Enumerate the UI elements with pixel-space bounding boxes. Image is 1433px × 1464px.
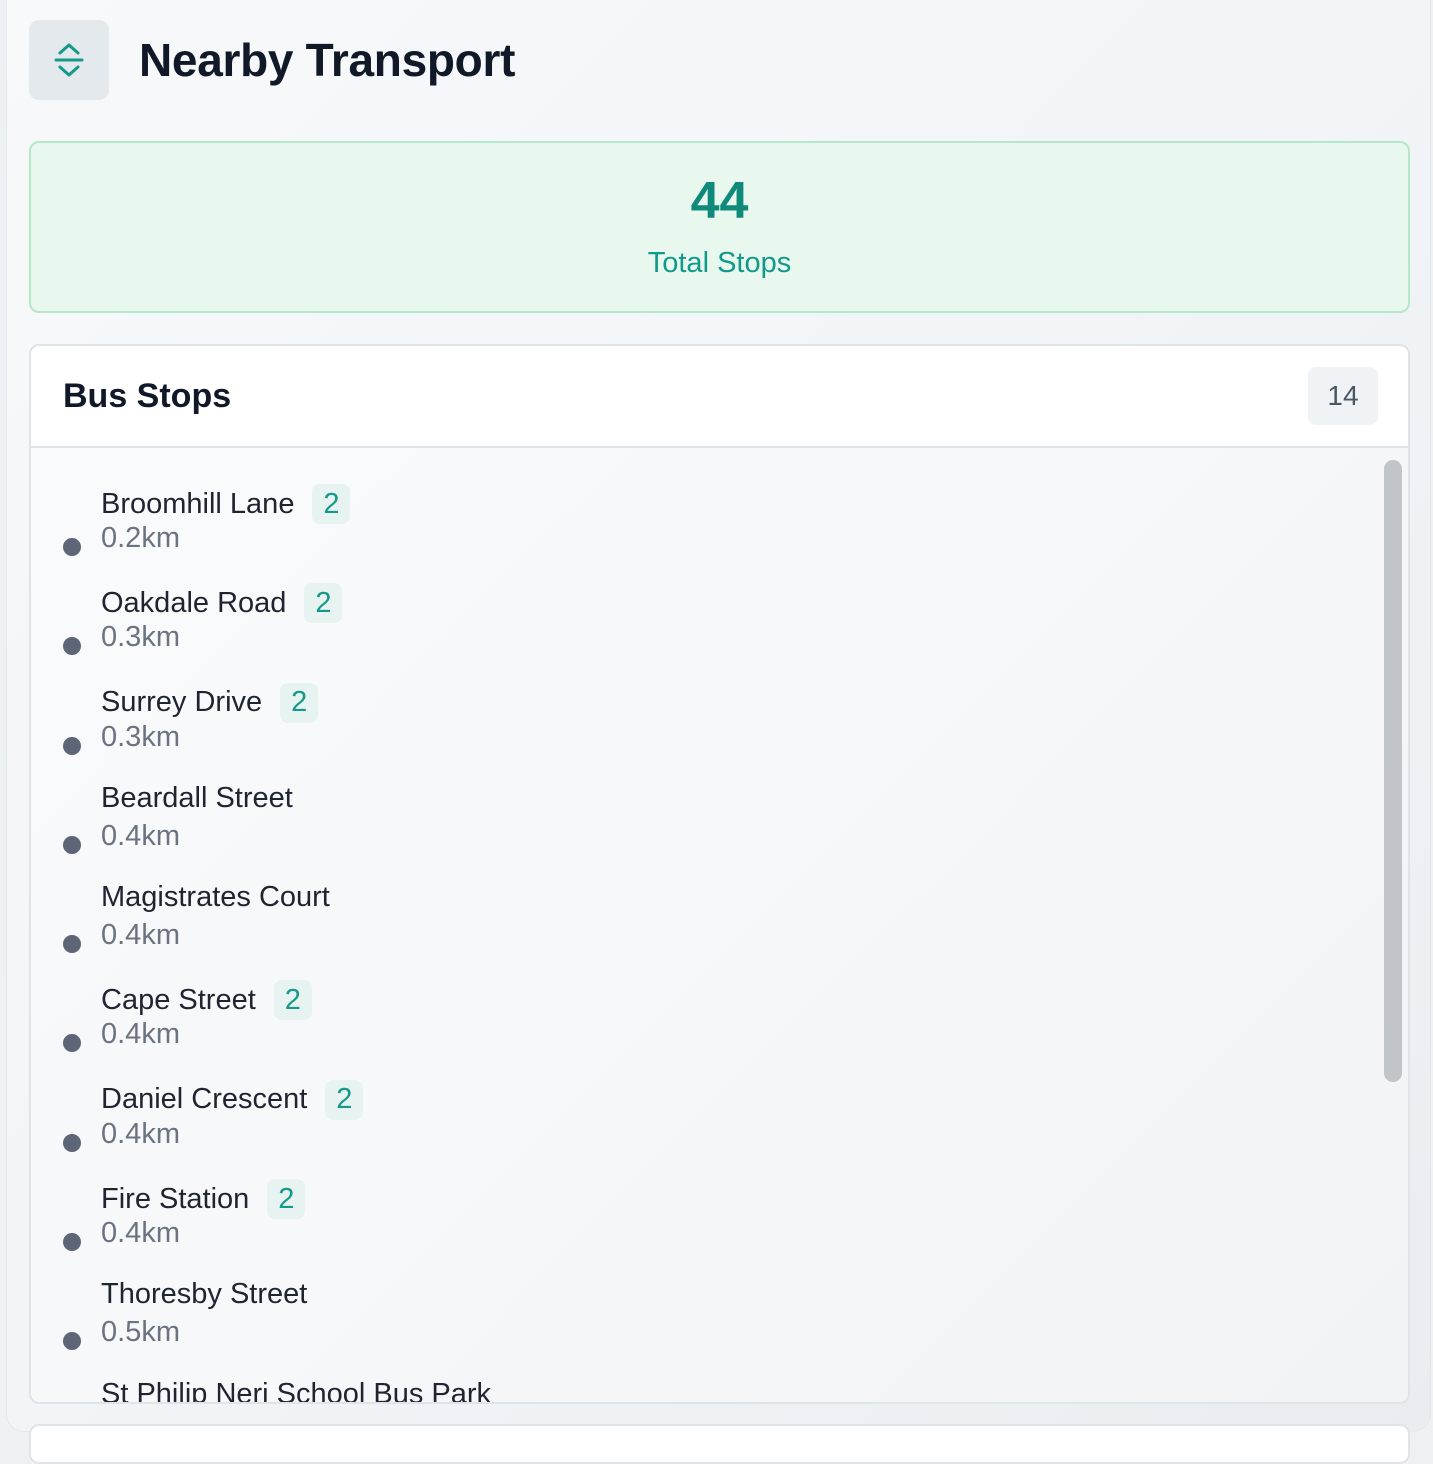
- stop-distance: 0.3km: [101, 621, 180, 654]
- stop-name-row: Cape Street 2: [101, 980, 312, 1021]
- bus-stop-dot-icon: [63, 835, 81, 854]
- stop-name-row: Surrey Drive 2: [101, 682, 319, 723]
- bus-stops-title: Bus Stops: [63, 376, 232, 415]
- stop-name: Magistrates Court: [101, 881, 330, 914]
- total-stops-label: Total Stops: [647, 246, 792, 279]
- list-item[interactable]: Oakdale Road 2 0.3km: [31, 573, 1368, 672]
- stop-name-row: Daniel Crescent 2: [101, 1079, 364, 1120]
- bus-stop-dot-icon: [63, 935, 81, 954]
- next-section-card: [29, 1424, 1410, 1464]
- stop-name: Oakdale Road: [101, 586, 287, 619]
- collapse-button[interactable]: [29, 20, 109, 100]
- stop-name: Thoresby Street: [101, 1278, 308, 1311]
- stop-name-row: St Philip Neri School Bus Park: [101, 1378, 491, 1402]
- route-count-badge: 2: [273, 980, 312, 1021]
- bus-stop-dot-icon: [63, 1233, 81, 1252]
- route-count-badge: 2: [312, 484, 351, 524]
- route-count-badge: 2: [280, 682, 319, 723]
- route-count-badge: 2: [325, 1079, 364, 1120]
- stop-distance: 0.4km: [101, 1018, 180, 1051]
- bus-stop-dot-icon: [63, 1133, 81, 1152]
- list-item[interactable]: Broomhill Lane 2 0.2km: [31, 474, 1368, 573]
- list-item[interactable]: St Philip Neri School Bus Park: [31, 1368, 1368, 1402]
- stop-name-row: Oakdale Road 2: [101, 583, 343, 624]
- stop-name-row: Beardall Street: [101, 782, 293, 815]
- stop-distance: 0.2km: [101, 522, 180, 554]
- stop-distance: 0.3km: [101, 720, 180, 753]
- bus-stop-dot-icon: [63, 538, 81, 556]
- bus-stops-list-scroll[interactable]: Broomhill Lane 2 0.2km Oakdale Road 2 0.3km Su…: [31, 448, 1408, 1402]
- stop-name: Beardall Street: [101, 781, 293, 814]
- bus-stops-list: Broomhill Lane 2 0.2km Oakdale Road 2 0.3km Su…: [31, 474, 1368, 1402]
- list-item[interactable]: Daniel Crescent 2 0.4km: [31, 1070, 1368, 1169]
- stop-name: Fire Station: [101, 1182, 250, 1215]
- route-count-badge: 2: [267, 1179, 306, 1220]
- stop-name: St Philip Neri School Bus Park: [101, 1377, 492, 1402]
- list-item[interactable]: Fire Station 2 0.4km: [31, 1169, 1368, 1268]
- scrollbar-track[interactable]: [1382, 456, 1404, 1402]
- route-count-badge: 2: [304, 583, 343, 624]
- panel-header: Nearby Transport: [29, 20, 515, 100]
- bus-stops-card: Bus Stops 14 Broomhill Lane 2 0.2km Oakdale…: [29, 344, 1410, 1404]
- bus-stop-dot-icon: [63, 1332, 81, 1351]
- stop-name: Daniel Crescent: [101, 1083, 308, 1116]
- stop-name-row: Magistrates Court: [101, 881, 330, 914]
- page-title: Nearby Transport: [139, 34, 516, 86]
- chevron-up-down-icon: [54, 43, 84, 77]
- list-item[interactable]: Beardall Street 0.4km: [31, 772, 1368, 871]
- list-item[interactable]: Surrey Drive 2 0.3km: [31, 673, 1368, 772]
- scrollbar-thumb[interactable]: [1384, 460, 1402, 1082]
- bus-stop-dot-icon: [63, 736, 81, 755]
- bus-stop-dot-icon: [63, 637, 81, 656]
- stop-distance: 0.4km: [101, 819, 180, 852]
- stop-distance: 0.4km: [101, 919, 180, 952]
- stop-name: Cape Street: [101, 983, 256, 1016]
- bus-stops-header[interactable]: Bus Stops 14: [31, 346, 1408, 448]
- stop-name-row: Fire Station 2: [101, 1179, 306, 1220]
- list-item[interactable]: Magistrates Court 0.4km: [31, 871, 1368, 970]
- stop-distance: 0.5km: [101, 1316, 180, 1349]
- stop-name: Surrey Drive: [101, 686, 263, 719]
- bus-stops-count-badge: 14: [1308, 367, 1378, 425]
- stop-name-row: Thoresby Street: [101, 1278, 307, 1311]
- total-stops-summary: 44 Total Stops: [29, 141, 1410, 313]
- total-stops-value: 44: [690, 171, 749, 230]
- transport-panel: Nearby Transport 44 Total Stops Bus Stop…: [6, 0, 1431, 1464]
- stop-name: Broomhill Lane: [101, 487, 295, 520]
- stop-distance: 0.4km: [101, 1117, 180, 1150]
- bus-stop-dot-icon: [63, 1034, 81, 1053]
- list-item[interactable]: Thoresby Street 0.5km: [31, 1268, 1368, 1367]
- stop-name-row: Broomhill Lane 2: [101, 484, 351, 524]
- stop-distance: 0.4km: [101, 1217, 180, 1250]
- list-item[interactable]: Cape Street 2 0.4km: [31, 970, 1368, 1069]
